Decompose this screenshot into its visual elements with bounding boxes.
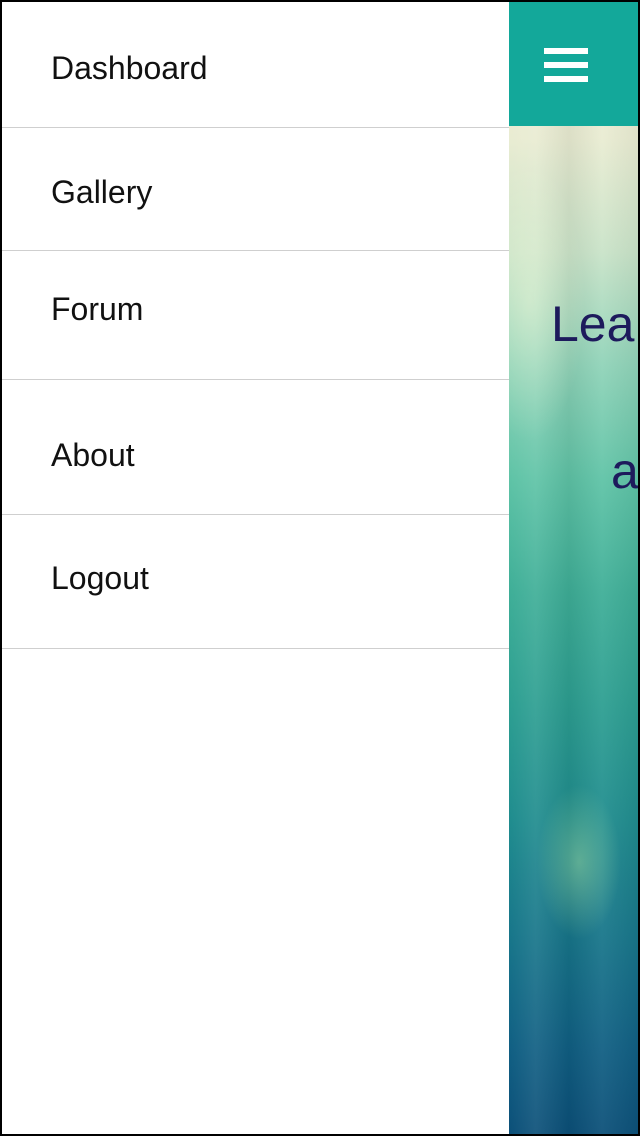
hero-text-line-1: Lea [551, 296, 635, 352]
drawer-item-label: About [51, 437, 135, 473]
main-content: Lea a [509, 2, 639, 1134]
drawer-item-dashboard[interactable]: Dashboard [2, 2, 509, 128]
menu-icon-bar [544, 76, 588, 82]
drawer-item-label: Dashboard [51, 50, 208, 86]
hero-text-line-2: a [611, 443, 639, 499]
app-screen: Lea a Dashboard Gallery Forum About Logo… [0, 0, 640, 1136]
menu-icon-bar [544, 62, 588, 68]
hamburger-menu-icon[interactable] [544, 48, 588, 82]
top-bar [509, 2, 638, 126]
drawer-item-gallery[interactable]: Gallery [2, 128, 509, 251]
drawer-item-logout[interactable]: Logout [2, 515, 509, 649]
drawer-item-label: Logout [51, 560, 149, 596]
drawer-item-about[interactable]: About [2, 380, 509, 515]
menu-icon-bar [544, 48, 588, 54]
navigation-drawer: Dashboard Gallery Forum About Logout [2, 2, 509, 1134]
drawer-item-label: Gallery [51, 174, 153, 210]
drawer-item-forum[interactable]: Forum [2, 251, 509, 380]
drawer-item-label: Forum [51, 291, 144, 327]
